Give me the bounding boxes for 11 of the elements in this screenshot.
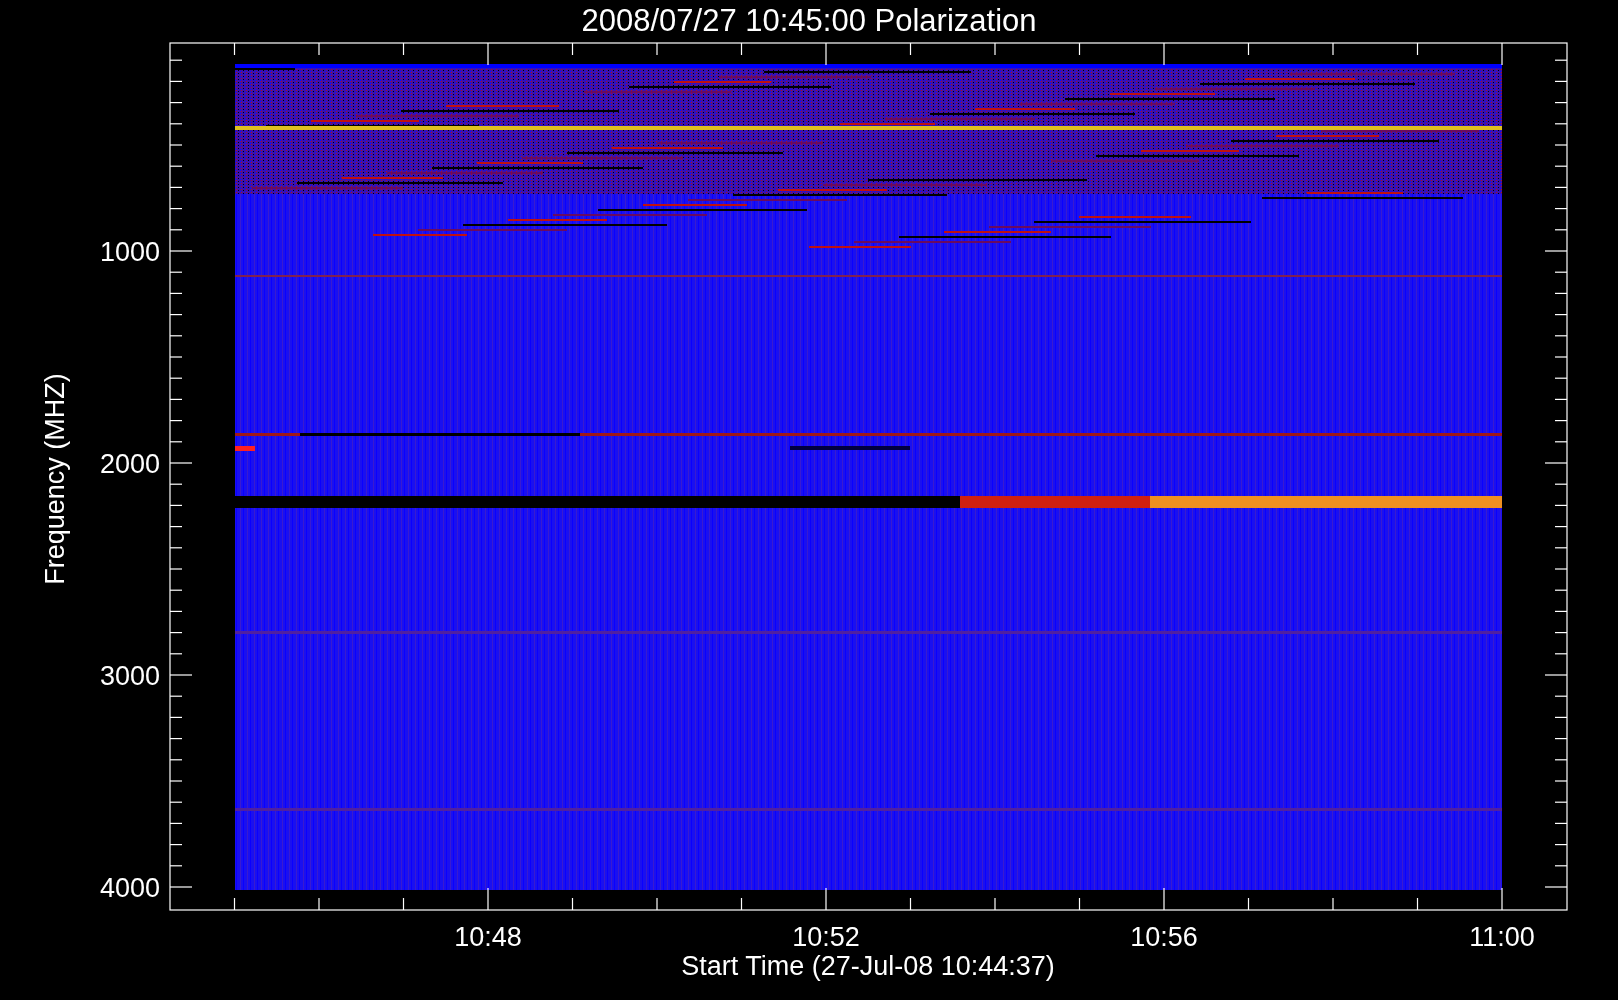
x-tick-label: 10:52 — [792, 922, 860, 952]
y-tick-label: 1000 — [99, 237, 160, 267]
x-axis-label: Start Time (27-Jul-08 10:44:37) — [681, 951, 1055, 981]
x-tick-label: 11:00 — [1469, 922, 1535, 952]
y-axis-label: Frequency (MHZ) — [40, 373, 70, 585]
y-tick-label: 4000 — [99, 873, 160, 903]
x-tick-label: 10:48 — [454, 922, 522, 952]
y-tick-label: 2000 — [99, 449, 160, 479]
x-tick-label: 10:56 — [1130, 922, 1198, 952]
y-tick-label: 3000 — [99, 661, 160, 691]
chart-title: 2008/07/27 10:45:00 Polarization — [581, 3, 1037, 38]
